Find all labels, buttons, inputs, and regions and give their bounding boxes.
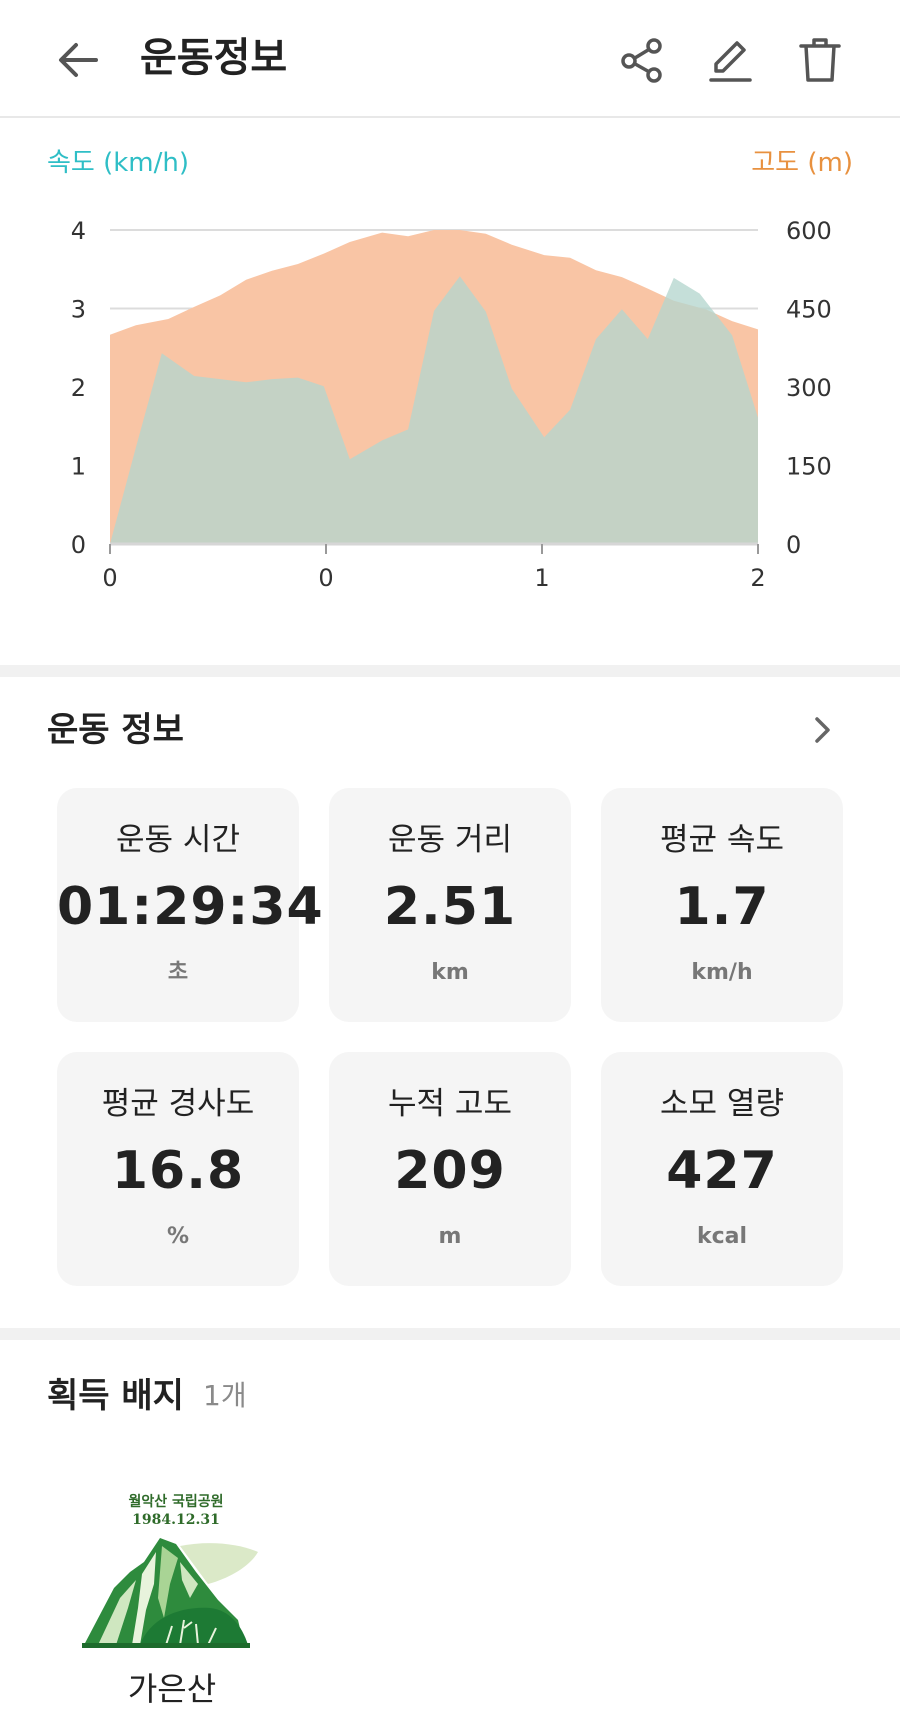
stat-label: 평균 속도 <box>660 822 784 858</box>
stat-card-total-elevation: 누적 고도 209 m <box>329 1052 571 1286</box>
stats-section-title: 운동 정보 <box>47 710 184 750</box>
share-button[interactable] <box>614 30 670 90</box>
stat-label: 운동 시간 <box>116 822 240 858</box>
stat-value: 01:29:34 <box>57 877 324 937</box>
right-axis-title: 고도 (m) <box>751 148 853 178</box>
x-tick-label: 1 <box>534 564 549 592</box>
page-title: 운동정보 <box>140 35 288 81</box>
stat-card-avg-slope: 평균 경사도 16.8 % <box>57 1052 299 1286</box>
stat-unit: kcal <box>696 1224 748 1249</box>
left-axis-title: 속도 (km/h) <box>47 148 189 178</box>
badges-section-title: 획득 배지 <box>47 1376 184 1416</box>
badge-count: 1개 <box>203 1379 247 1412</box>
section-divider <box>0 1328 900 1340</box>
badge-seal-line1: 월악산 국립공원 <box>128 1493 223 1510</box>
stat-value: 1.7 <box>674 877 770 937</box>
speed-altitude-chart: 속도 (km/h) 고도 (m) 0 0 1 150 2 300 3 450 4 600 0 0 1 2 <box>0 120 900 665</box>
stat-unit: m <box>438 1224 462 1249</box>
trash-icon <box>799 38 841 82</box>
stat-card-avg-speed: 평균 속도 1.7 km/h <box>601 788 843 1022</box>
back-arrow-icon <box>59 43 98 77</box>
stat-value: 427 <box>666 1141 778 1201</box>
stat-label: 운동 거리 <box>388 822 512 858</box>
badge-item[interactable]: 월악산 국립공원 1984.12.31 가은산 <box>72 1488 272 1708</box>
right-tick-label: 300 <box>786 374 832 402</box>
stat-value: 2.51 <box>383 877 517 937</box>
edit-icon <box>709 41 752 82</box>
stat-label: 누적 고도 <box>388 1086 512 1122</box>
stat-unit: 초 <box>167 960 189 985</box>
stat-label: 평균 경사도 <box>101 1086 255 1122</box>
section-divider <box>0 665 900 677</box>
chart-svg: 속도 (km/h) 고도 (m)0 01 1502 3003 4504 6000 0 1 2 <box>47 148 853 592</box>
stat-card-distance: 운동 거리 2.51 km <box>329 788 571 1022</box>
stat-unit: km <box>431 960 469 985</box>
mountain-badge-icon: 월악산 국립공원 1984.12.31 <box>82 1493 258 1648</box>
left-tick-label: 4 <box>71 217 86 245</box>
right-tick-label: 0 <box>786 531 801 559</box>
stat-unit: km/h <box>691 960 753 985</box>
left-tick-label: 2 <box>71 374 86 402</box>
stat-value: 16.8 <box>111 1141 245 1201</box>
left-tick-label: 3 <box>71 296 86 324</box>
edit-button[interactable] <box>703 30 759 90</box>
badge-name: 가은산 <box>127 1670 217 1708</box>
x-tick-label: 2 <box>750 564 765 592</box>
share-icon <box>621 38 662 83</box>
right-tick-label: 450 <box>786 296 832 324</box>
stat-card-duration: 운동 시간 01:29:34 초 <box>57 788 324 1022</box>
stat-value: 209 <box>394 1141 506 1201</box>
top-app-bar: 운동정보 <box>0 0 900 118</box>
left-tick-label: 0 <box>71 531 86 559</box>
x-tick-label: 0 <box>318 564 333 592</box>
stat-label: 소모 열량 <box>660 1086 784 1122</box>
stats-detail-button[interactable] <box>800 708 844 752</box>
chevron-right-icon <box>815 717 830 743</box>
left-tick-label: 1 <box>71 453 86 481</box>
x-tick-label: 0 <box>102 564 117 592</box>
right-tick-label: 600 <box>786 217 832 245</box>
badge-seal-line2: 1984.12.31 <box>132 1512 220 1528</box>
stat-card-calories: 소모 열량 427 kcal <box>601 1052 843 1286</box>
stat-unit: % <box>166 1224 190 1249</box>
right-tick-label: 150 <box>786 453 832 481</box>
back-button[interactable] <box>50 32 106 88</box>
delete-button[interactable] <box>792 30 848 90</box>
